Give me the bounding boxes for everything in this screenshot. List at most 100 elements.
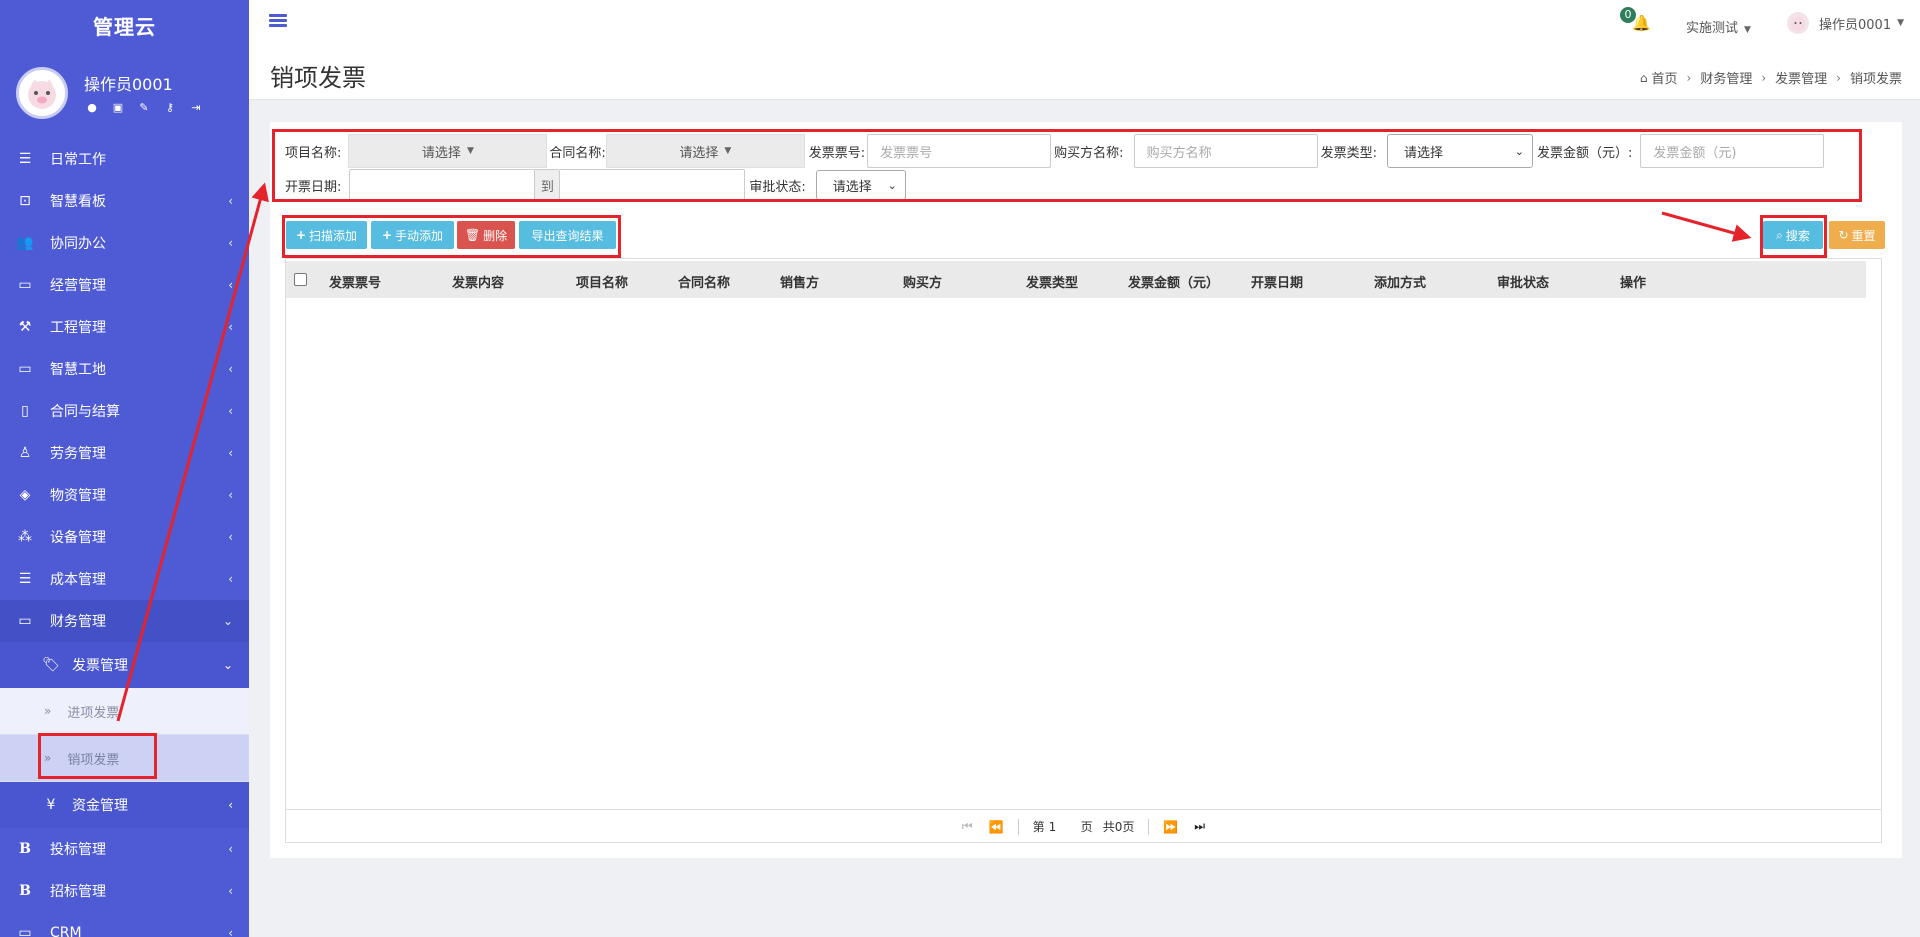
list-icon: ☰ [18, 571, 32, 587]
sidebar-item-dashboard[interactable]: ⊡ 智慧看板 ‹ [0, 180, 249, 222]
hamburger-icon[interactable] [269, 14, 287, 28]
chevron-left-icon: ‹ [228, 194, 233, 208]
table-header: 发票票号 发票内容 项目名称 合同名称 销售方 购买方 发票类型 发票金额（元）… [286, 261, 1866, 298]
sidebar-item-input-invoice[interactable]: » 进项发票 [0, 688, 249, 735]
bold-b-icon: B [19, 883, 31, 899]
cubes-icon: ⁂ [18, 529, 32, 545]
chevron-left-icon: ‹ [228, 842, 233, 856]
sidebar-item-engineering[interactable]: ⚒ 工程管理 ‹ [0, 306, 249, 348]
chevron-left-icon: ‹ [228, 320, 233, 334]
sidebar-item-label: 经营管理 [50, 278, 106, 294]
sidebar-item-label: CRM [50, 925, 82, 937]
sidebar-item-label: 物资管理 [50, 488, 106, 504]
chevron-left-icon: ‹ [228, 236, 233, 250]
breadcrumb-home[interactable]: 首页 [1652, 68, 1678, 87]
monitor-icon: ▭ [18, 613, 32, 629]
id-card-icon[interactable]: ▣ [110, 101, 126, 114]
sidebar-item-tendering[interactable]: B 招标管理 ‹ [0, 870, 249, 912]
col-project[interactable]: 项目名称 [576, 272, 628, 291]
sidebar-item-smart-site[interactable]: ▭ 智慧工地 ‹ [0, 348, 249, 390]
sidebar-item-label: 智慧工地 [50, 362, 106, 378]
pager-divider [1148, 818, 1150, 835]
col-add-method[interactable]: 添加方式 [1374, 272, 1426, 291]
monitor-icon: ▭ [18, 277, 32, 293]
sidebar-nav: ☰ 日常工作 ⊡ 智慧看板 ‹ 👥 协同办公 ‹ ▭ 经营管理 ‹ ⚒ 工程管理… [0, 138, 249, 937]
col-content[interactable]: 发票内容 [452, 272, 504, 291]
sidebar-item-fund-management[interactable]: ¥ 资金管理 ‹ [0, 782, 249, 828]
edit-icon[interactable]: ✎ [136, 101, 152, 114]
chevron-down-icon: ⌄ [222, 614, 233, 628]
prev-page-icon[interactable]: ⏪ [989, 820, 1004, 834]
worker-icon: ♙ [18, 445, 32, 461]
user-icon[interactable]: ● [84, 101, 100, 114]
topbar: 🔔 0 实施测试 ▼ 操作员0001 ▼ [249, 0, 1920, 50]
page-number-input[interactable]: 1 [1049, 820, 1081, 834]
highlight-filter-area [272, 129, 1862, 202]
col-type[interactable]: 发票类型 [1026, 272, 1078, 291]
col-approval[interactable]: 审批状态 [1497, 272, 1549, 291]
sidebar-item-daily-work[interactable]: ☰ 日常工作 [0, 138, 249, 180]
cube-icon: ◈ [19, 487, 31, 503]
logout-icon[interactable]: ⇥ [188, 101, 204, 114]
col-invoice-no[interactable]: 发票票号 [329, 272, 381, 291]
sidebar-item-label: 财务管理 [50, 614, 106, 630]
col-amount[interactable]: 发票金额（元） [1128, 272, 1219, 291]
chevron-left-icon: ‹ [228, 446, 233, 460]
avatar[interactable] [16, 66, 68, 119]
next-page-icon[interactable]: ⏩ [1163, 820, 1178, 834]
chevron-left-icon: ‹ [228, 278, 233, 292]
sidebar-item-business[interactable]: ▭ 经营管理 ‹ [0, 264, 249, 306]
col-date[interactable]: 开票日期 [1251, 272, 1303, 291]
reset-button[interactable]: ↻ 重置 [1829, 221, 1885, 249]
sidebar-item-label: 工程管理 [50, 320, 106, 336]
col-buyer[interactable]: 购买方 [903, 272, 942, 291]
brand-title: 管理云 [93, 14, 156, 39]
key-icon[interactable]: ⚷ [162, 101, 178, 114]
sidebar-item-label: 招标管理 [50, 884, 106, 900]
gavel-icon: ⚒ [18, 319, 32, 335]
pager-divider [1017, 818, 1019, 835]
sidebar-item-labor[interactable]: ♙ 劳务管理 ‹ [0, 432, 249, 474]
sidebar-item-invoice-management[interactable]: 🏷 发票管理 ⌄ [0, 642, 249, 688]
sidebar-item-label: 协同办公 [50, 236, 106, 252]
sidebar-item-office[interactable]: 👥 协同办公 ‹ [0, 222, 249, 264]
sidebar-item-label: 合同与结算 [50, 404, 120, 420]
page-prefix: 第 [1032, 820, 1045, 834]
chevron-right-icon: › [1836, 70, 1841, 85]
sidebar-item-label: 进项发票 [67, 705, 120, 721]
col-contract[interactable]: 合同名称 [678, 272, 730, 291]
chevron-left-icon: ‹ [228, 362, 233, 376]
chevron-left-icon: ‹ [228, 926, 233, 937]
sidebar-item-label: 资金管理 [72, 798, 128, 814]
sidebar-user-name: 操作员0001 [84, 75, 173, 94]
sidebar-item-label: 智慧看板 [50, 194, 106, 210]
sidebar-item-bidding[interactable]: B 投标管理 ‹ [0, 828, 249, 870]
select-all-checkbox[interactable] [294, 273, 307, 286]
last-page-icon[interactable]: ⏭ [1194, 819, 1205, 834]
col-seller[interactable]: 销售方 [780, 272, 819, 291]
sidebar-item-contract[interactable]: ▯ 合同与结算 ‹ [0, 390, 249, 432]
sidebar-item-crm[interactable]: ▭ CRM ‹ [0, 912, 249, 937]
chevron-left-icon: ‹ [228, 798, 233, 812]
monitor-icon: ▭ [18, 361, 32, 377]
reset-label: 重置 [1851, 228, 1876, 243]
sidebar-item-cost[interactable]: ☰ 成本管理 ‹ [0, 558, 249, 600]
breadcrumb-invoice[interactable]: 发票管理 [1775, 68, 1827, 87]
company-dropdown[interactable]: 实施测试 ▼ [1686, 17, 1751, 36]
company-label: 实施测试 [1686, 21, 1739, 36]
chevron-left-icon: ‹ [228, 530, 233, 544]
monitor-icon: ▭ [18, 925, 32, 937]
tags-icon: 🏷 [42, 657, 60, 673]
sidebar-item-finance[interactable]: ▭ 财务管理 ⌄ [0, 600, 249, 642]
page-title: 销项发票 [270, 64, 366, 92]
sidebar-item-equipment[interactable]: ⁂ 设备管理 ‹ [0, 516, 249, 558]
first-page-icon[interactable]: ⏮ [962, 819, 973, 834]
page-suffix: 页 [1080, 820, 1093, 834]
list-icon: ☰ [18, 151, 32, 167]
user-dropdown[interactable]: 操作员0001 ▼ [1787, 12, 1904, 34]
user-panel: 操作员0001 ● ▣ ✎ ⚷ ⇥ [0, 50, 249, 135]
breadcrumb-finance[interactable]: 财务管理 [1700, 68, 1752, 87]
caret-down-icon: ▼ [1744, 25, 1751, 35]
sidebar-item-materials[interactable]: ◈ 物资管理 ‹ [0, 474, 249, 516]
double-chevron-right-icon: » [44, 704, 52, 718]
